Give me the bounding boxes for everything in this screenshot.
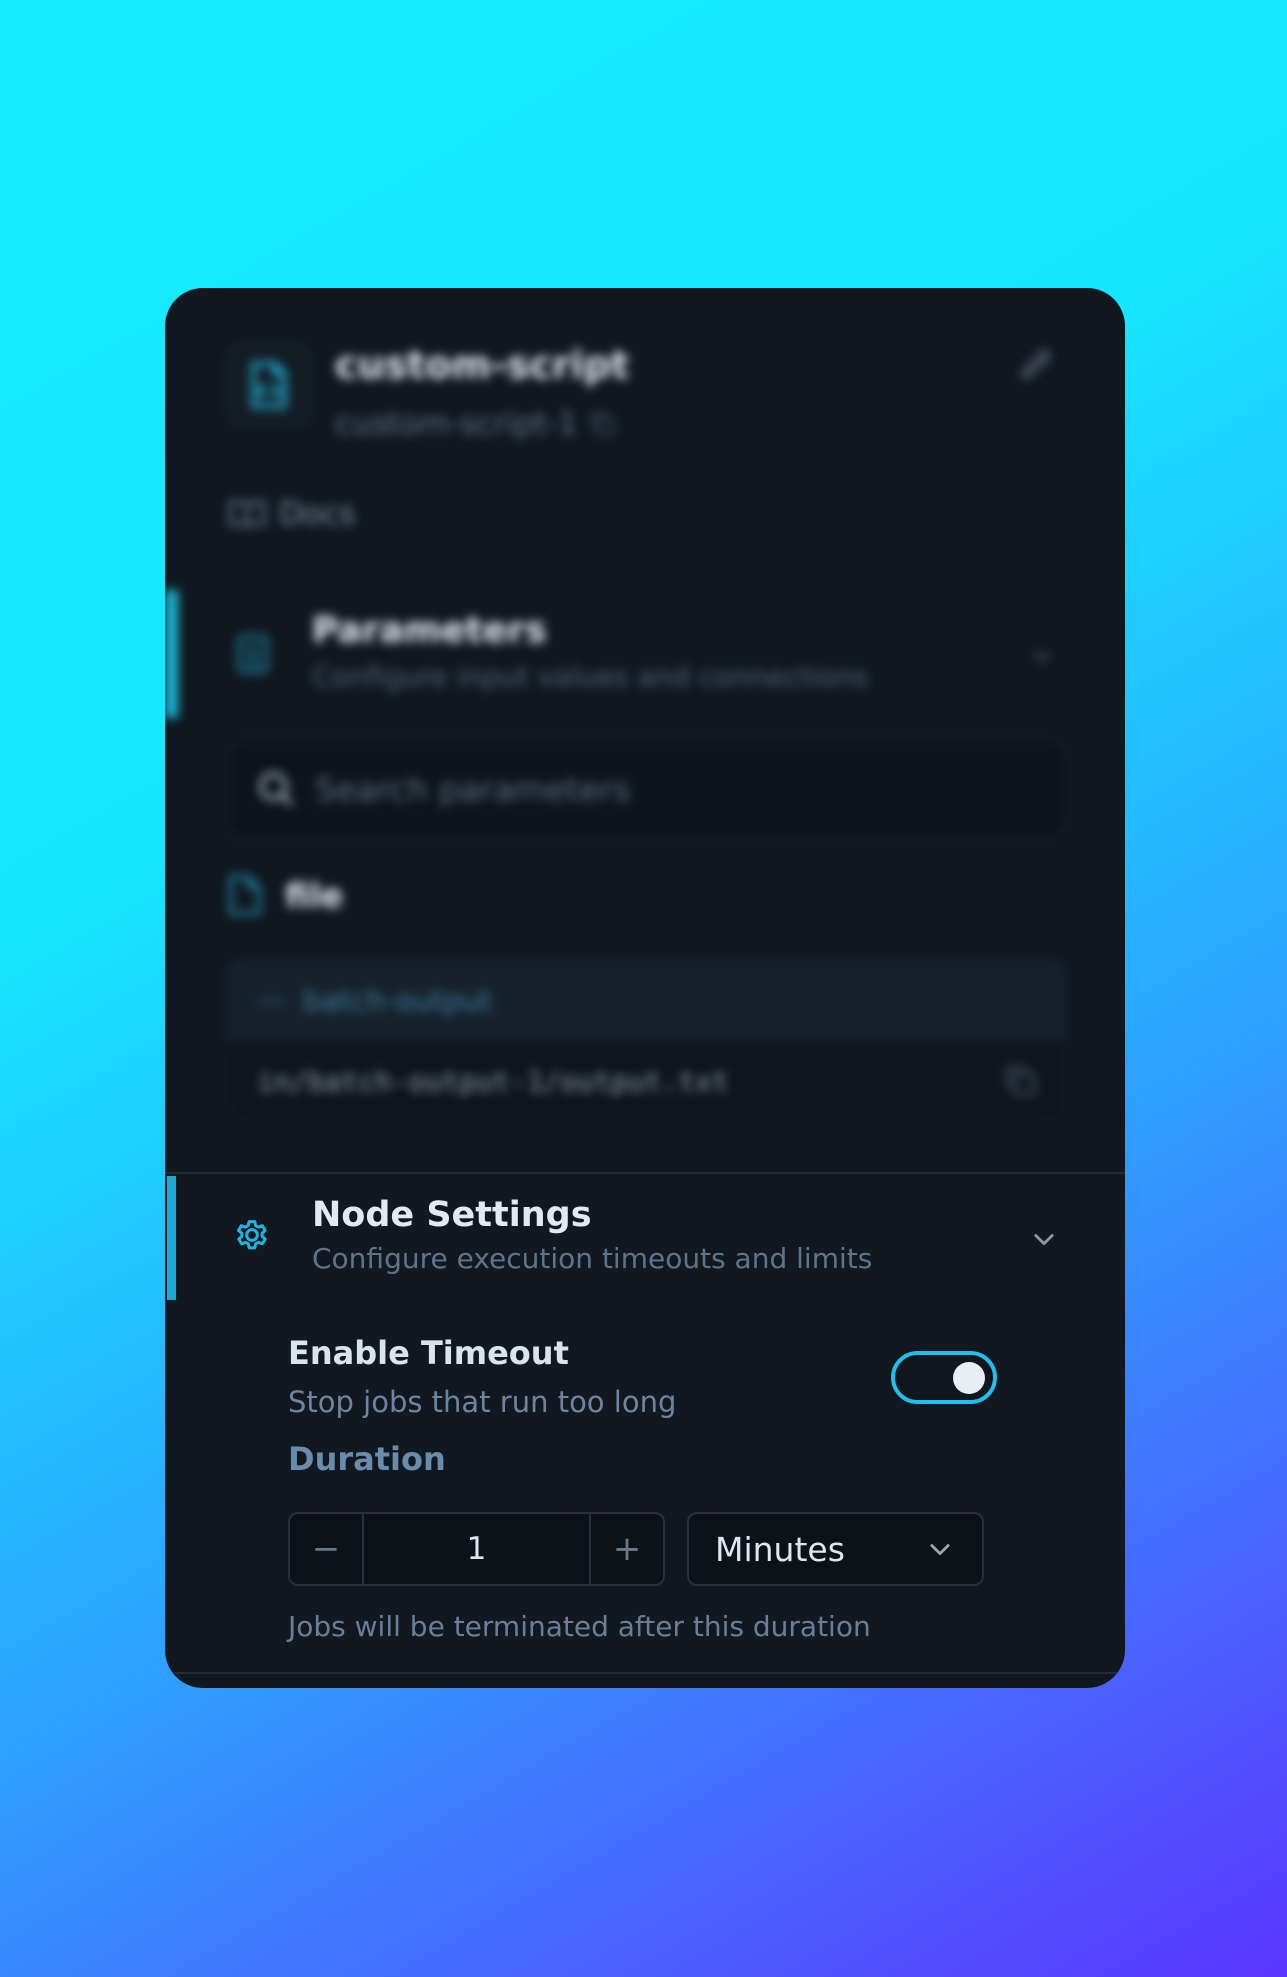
pencil-icon[interactable] — [1017, 343, 1057, 383]
chevron-down-icon[interactable] — [1030, 1225, 1058, 1253]
file-icon — [228, 874, 262, 916]
blurred-header-section: custom-script custom-script-1 Docs Param… — [165, 288, 1125, 1173]
toggle-knob — [953, 1362, 985, 1394]
search-icon — [259, 772, 294, 807]
duration-hint: Jobs will be terminated after this durat… — [288, 1610, 871, 1643]
docs-link[interactable]: Docs — [227, 496, 355, 532]
chevron-down-icon — [930, 1544, 950, 1556]
enable-timeout-toggle[interactable] — [891, 1351, 997, 1404]
parameters-icon — [237, 634, 269, 674]
node-settings-subtitle: Configure execution timeouts and limits — [312, 1242, 873, 1275]
file-parameter: file — [227, 873, 343, 917]
copy-icon[interactable] — [588, 409, 618, 439]
node-panel: custom-script custom-script-1 Docs Param… — [165, 288, 1125, 1688]
file-code-icon — [251, 361, 287, 409]
node-settings-title[interactable]: Node Settings — [312, 1195, 592, 1235]
node-title: custom-script — [335, 343, 630, 387]
book-icon — [228, 500, 266, 528]
chevron-down-icon[interactable] — [1029, 643, 1055, 669]
search-parameters-input[interactable]: Search parameters — [227, 738, 1067, 840]
duration-stepper: − 1 + — [288, 1512, 665, 1586]
connection-path-row: in/batch-output-1/output.txt — [229, 1042, 1065, 1120]
link-icon — [259, 999, 285, 1003]
connection-box: batch-output in/batch-output-1/output.tx… — [227, 958, 1067, 1122]
increment-button[interactable]: + — [591, 1514, 663, 1584]
file-parameter-label: file — [285, 875, 344, 915]
parameters-accent-bar — [165, 590, 178, 718]
decrement-button[interactable]: − — [290, 1514, 362, 1584]
node-settings-accent-bar — [167, 1176, 176, 1300]
parameters-title[interactable]: Parameters — [312, 610, 547, 651]
bottom-divider — [165, 1672, 1125, 1674]
node-icon-box — [227, 343, 311, 427]
connection-header[interactable]: batch-output — [229, 960, 1065, 1042]
enable-timeout-label: Enable Timeout — [288, 1334, 569, 1372]
search-placeholder: Search parameters — [315, 769, 631, 809]
duration-label: Duration — [288, 1440, 446, 1478]
gear-icon — [237, 1220, 267, 1250]
section-divider — [165, 1172, 1125, 1174]
duration-unit-select[interactable]: Minutes — [687, 1512, 984, 1586]
connection-name: batch-output — [303, 984, 492, 1018]
node-id-text: custom-script-1 — [335, 406, 578, 442]
parameters-subtitle: Configure input values and connections — [312, 660, 868, 693]
connection-path: in/batch-output-1/output.txt — [257, 1064, 730, 1098]
node-id: custom-script-1 — [335, 406, 618, 442]
copy-path-icon[interactable] — [1001, 1061, 1041, 1101]
duration-input[interactable]: 1 — [362, 1514, 591, 1584]
docs-label: Docs — [279, 496, 356, 532]
enable-timeout-description: Stop jobs that run too long — [288, 1385, 677, 1419]
duration-unit-value: Minutes — [715, 1529, 845, 1569]
